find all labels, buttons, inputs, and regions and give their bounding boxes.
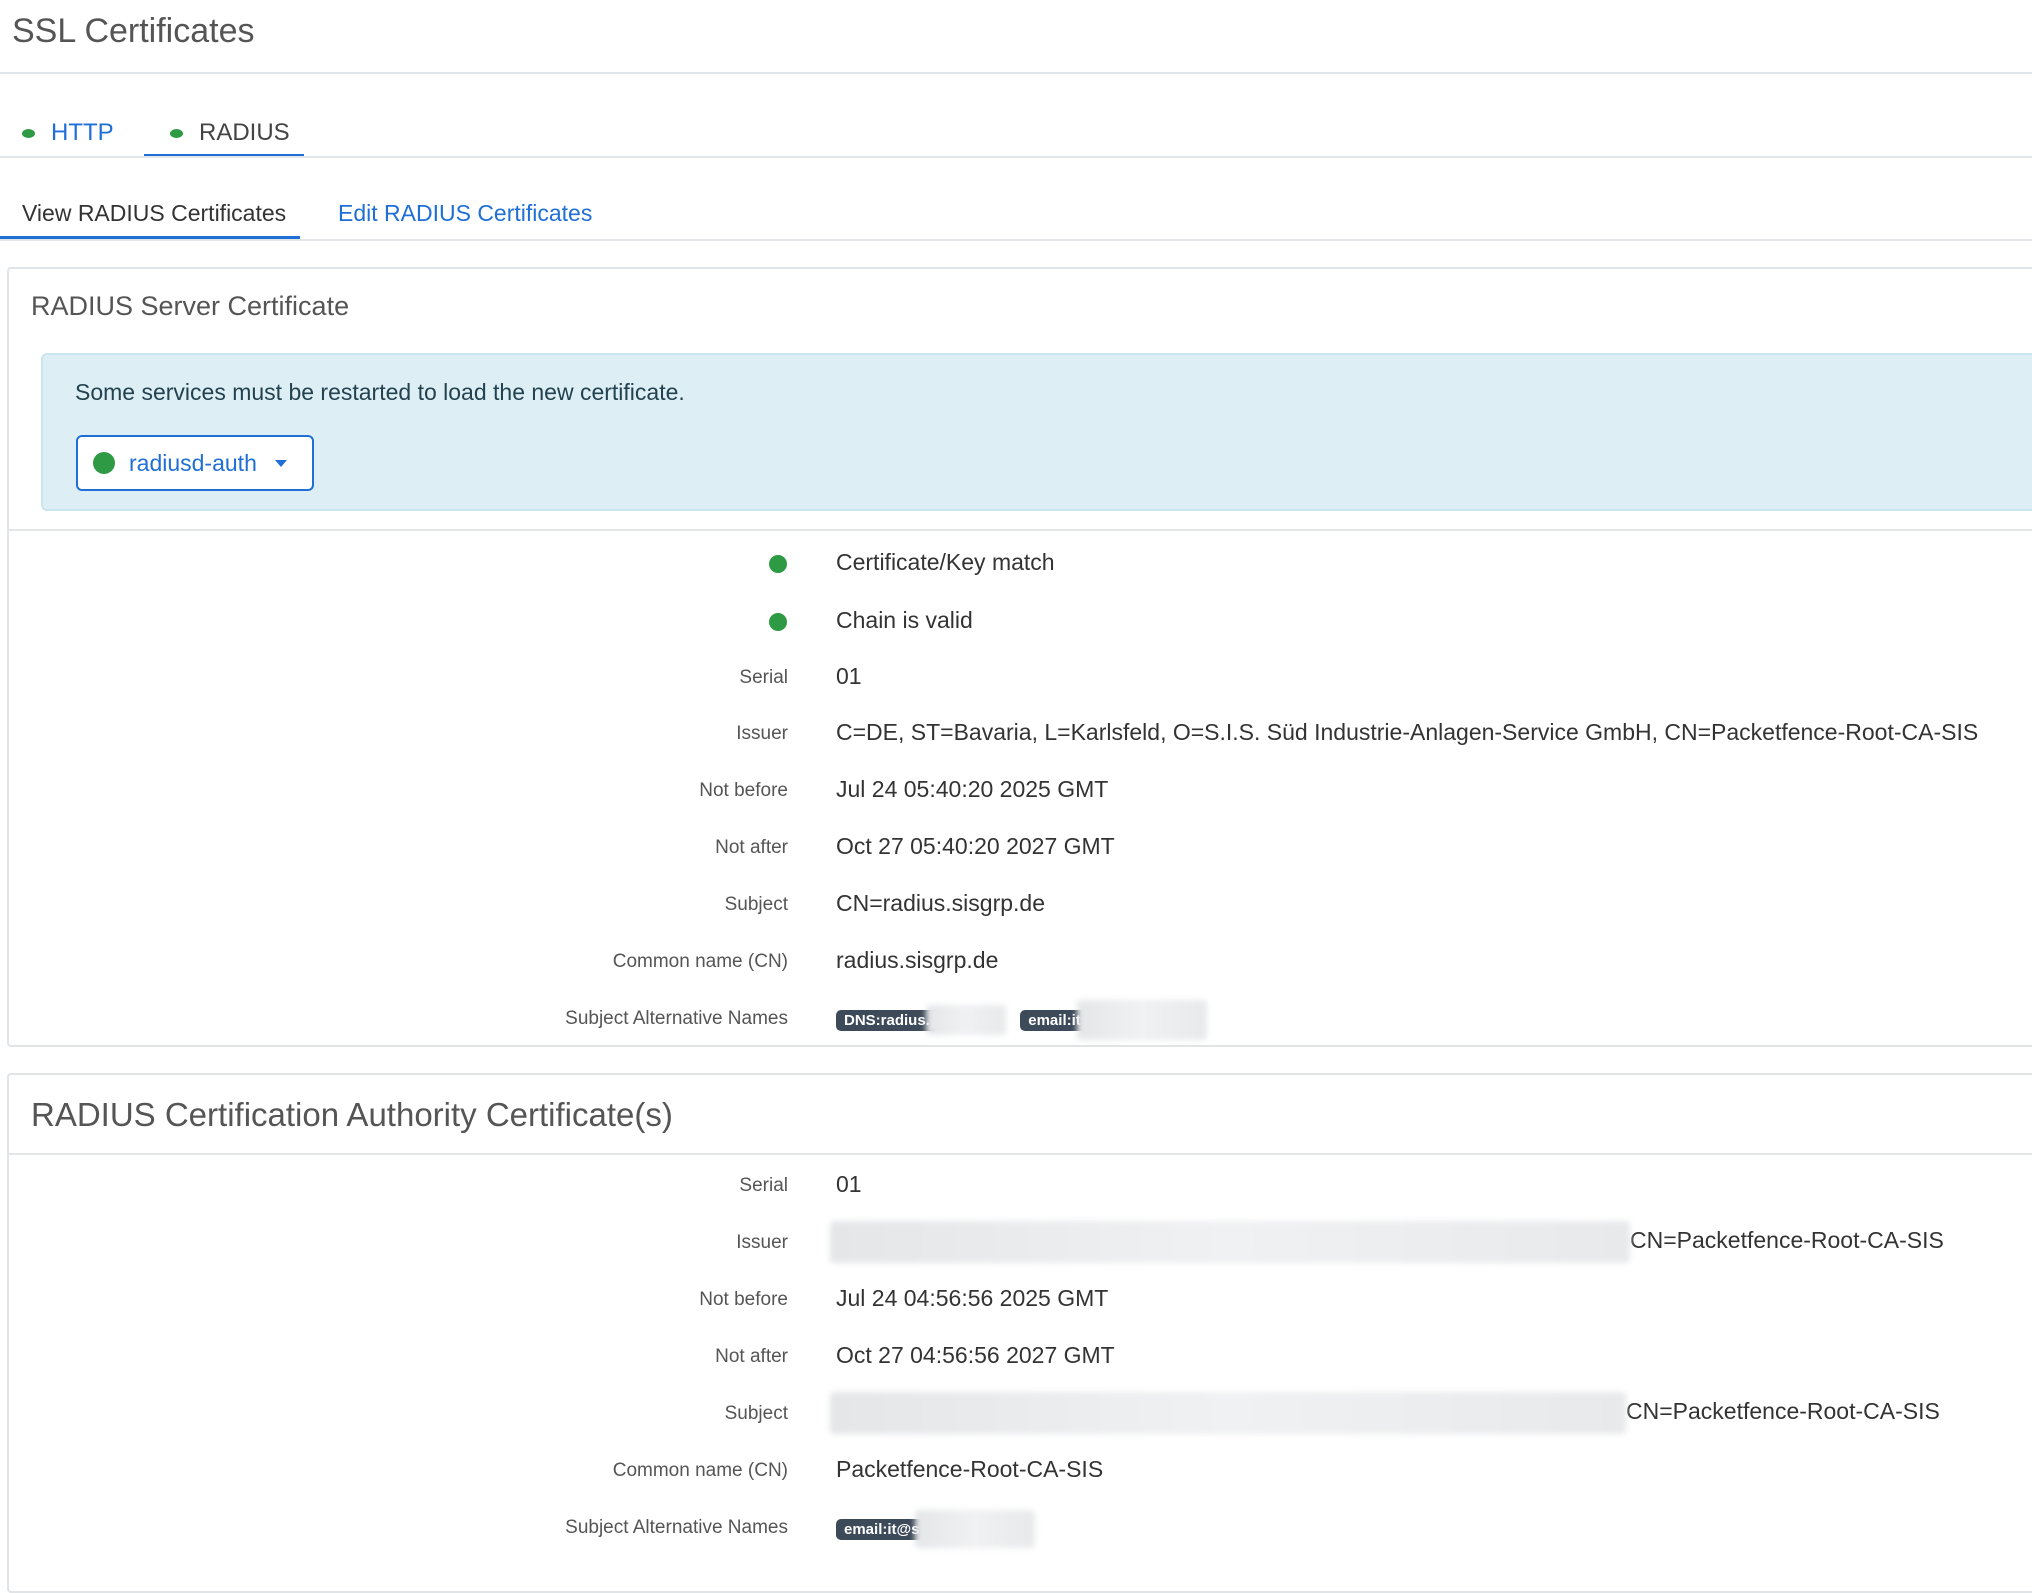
- service-name: radiusd-auth: [129, 449, 257, 476]
- not-after-label: Not after: [715, 1346, 788, 1367]
- ca-card-divider: [7, 1153, 2032, 1155]
- protocol-tabs-divider: [0, 156, 2032, 158]
- san-badge: DNS:radius.: [836, 1009, 938, 1031]
- http-status-dot-icon: [22, 128, 35, 138]
- san-values: email:it@s: [836, 1510, 1036, 1548]
- subject-visible-value: CN=Packetfence-Root-CA-SIS: [1626, 1398, 1940, 1425]
- issuer-visible-value: CN=Packetfence-Root-CA-SIS: [1630, 1227, 1944, 1254]
- server-certificate-title: RADIUS Server Certificate: [31, 291, 350, 321]
- tab-view-label: View RADIUS Certificates: [22, 199, 287, 226]
- not-before-label: Not before: [699, 780, 788, 801]
- not-before-value: Jul 24 04:56:56 2025 GMT: [836, 1285, 1109, 1311]
- san-label: Subject Alternative Names: [565, 1517, 788, 1538]
- redacted-area: [915, 1510, 1036, 1548]
- serial-label: Serial: [739, 667, 788, 688]
- key-match-status: Certificate/Key match: [836, 549, 1055, 575]
- sub-tabs-divider: [0, 239, 2032, 241]
- serial-value: 01: [836, 663, 862, 689]
- common-name-label: Common name (CN): [612, 951, 788, 972]
- server-card-divider: [7, 529, 2032, 531]
- subject-value: CN=Packetfence-Root-CA-SIS: [830, 1392, 1940, 1434]
- tab-edit-radius-certificates[interactable]: Edit RADIUS Certificates: [338, 188, 592, 238]
- issuer-value: CN=Packetfence-Root-CA-SIS: [830, 1221, 1944, 1263]
- redacted-area: [925, 1005, 1006, 1035]
- subject-value: CN=radius.sisgrp.de: [836, 890, 1046, 916]
- radius-status-dot-icon: [170, 128, 183, 138]
- not-before-label: Not before: [699, 1289, 788, 1310]
- ca-certificate-title: RADIUS Certification Authority Certifica…: [31, 1096, 673, 1133]
- not-before-value: Jul 24 05:40:20 2025 GMT: [836, 776, 1109, 802]
- restart-services-alert: Some services must be restarted to load …: [41, 353, 2032, 511]
- issuer-label: Issuer: [736, 1232, 788, 1253]
- subject-label: Subject: [724, 894, 788, 915]
- not-after-label: Not after: [715, 837, 788, 858]
- tab-view-radius-certificates[interactable]: View RADIUS Certificates: [22, 188, 286, 238]
- redacted-area: [1076, 1000, 1207, 1040]
- check-status-icon: [769, 613, 787, 631]
- service-status-dot-icon: [93, 452, 115, 474]
- common-name-label: Common name (CN): [612, 1460, 788, 1481]
- tab-radius-label: RADIUS: [199, 119, 290, 146]
- san-badge: email:it@s: [836, 1518, 928, 1540]
- tab-radius[interactable]: RADIUS: [170, 108, 290, 158]
- caret-down-icon: [274, 459, 287, 467]
- tab-edit-label: Edit RADIUS Certificates: [338, 199, 593, 226]
- tab-http[interactable]: HTTP: [22, 108, 114, 158]
- tab-http-label: HTTP: [51, 119, 114, 146]
- common-name-value: radius.sisgrp.de: [836, 947, 999, 973]
- common-name-value: Packetfence-Root-CA-SIS: [836, 1456, 1104, 1482]
- header-divider: [0, 72, 2032, 74]
- alert-message: Some services must be restarted to load …: [75, 379, 685, 405]
- page-title: SSL Certificates: [12, 12, 255, 50]
- not-after-value: Oct 27 04:56:56 2027 GMT: [836, 1342, 1115, 1368]
- chain-valid-status: Chain is valid: [836, 607, 973, 633]
- redacted-area: [830, 1221, 1630, 1263]
- not-after-value: Oct 27 05:40:20 2027 GMT: [836, 833, 1115, 859]
- san-label: Subject Alternative Names: [565, 1008, 788, 1029]
- service-restart-dropdown[interactable]: radiusd-auth: [76, 435, 314, 491]
- check-status-icon: [769, 555, 787, 573]
- redacted-area: [830, 1392, 1626, 1434]
- serial-label: Serial: [739, 1175, 788, 1196]
- issuer-label: Issuer: [736, 723, 788, 744]
- issuer-value: C=DE, ST=Bavaria, L=Karlsfeld, O=S.I.S. …: [836, 719, 1979, 745]
- serial-value: 01: [836, 1171, 862, 1197]
- subject-label: Subject: [724, 1403, 788, 1424]
- san-values: DNS:radius. email:it: [836, 1000, 1207, 1040]
